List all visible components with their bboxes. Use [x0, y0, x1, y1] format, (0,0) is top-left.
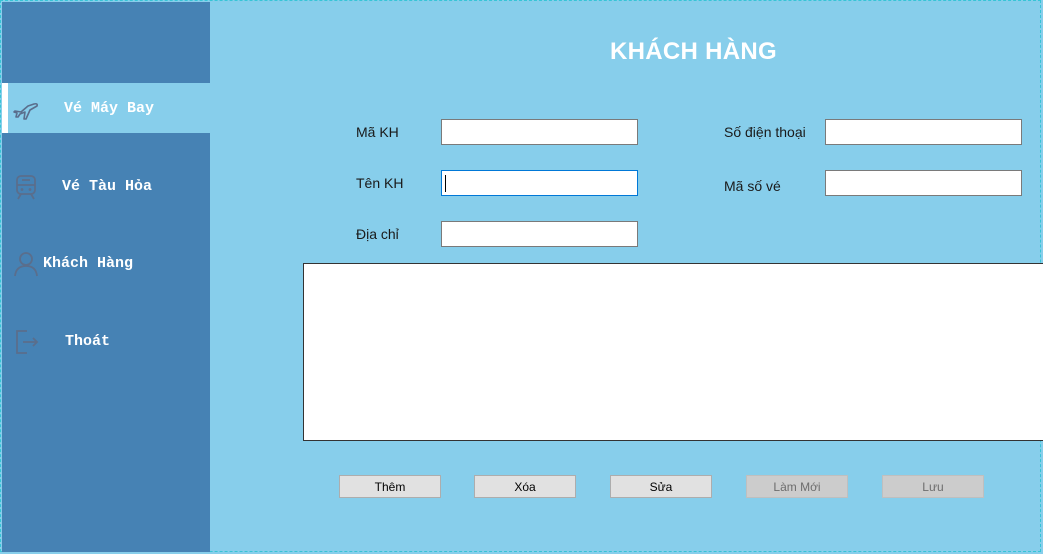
- ten-kh-input[interactable]: [441, 170, 638, 196]
- sidebar-item-thoat[interactable]: Thoát: [2, 316, 210, 366]
- so-dien-thoai-label: Số điện thoại: [724, 124, 806, 140]
- ma-so-ve-input[interactable]: [825, 170, 1022, 196]
- sidebar-item-label: Khách Hàng: [43, 254, 134, 272]
- so-dien-thoai-input[interactable]: [825, 119, 1022, 145]
- ten-kh-label: Tên KH: [356, 175, 404, 191]
- sidebar-item-ve-tau-hoa[interactable]: Vé Tàu Hỏa: [2, 161, 210, 211]
- dia-chi-input[interactable]: [441, 221, 638, 247]
- sua-button[interactable]: Sửa: [610, 475, 712, 498]
- them-button[interactable]: Thêm: [339, 475, 441, 498]
- ma-kh-input[interactable]: [441, 119, 638, 145]
- sidebar-item-ve-may-bay[interactable]: Vé Máy Bay: [2, 83, 210, 133]
- customer-data-grid[interactable]: [303, 263, 1043, 441]
- sidebar-item-label: Thoát: [65, 332, 111, 350]
- sidebar: Vé Máy Bay Vé Tàu Hỏa Khách Hàng Thoát: [2, 2, 210, 552]
- ma-so-ve-label: Mã số vé: [724, 178, 781, 194]
- text-caret: [445, 175, 446, 192]
- ma-kh-label: Mã KH: [356, 124, 399, 140]
- sidebar-item-label: Vé Tàu Hỏa: [62, 177, 153, 195]
- page-title: KHÁCH HÀNG: [610, 38, 777, 65]
- user-icon: [14, 252, 38, 277]
- lam-moi-button[interactable]: Làm Mới: [746, 475, 848, 498]
- exit-icon: [16, 330, 39, 354]
- sidebar-item-khach-hang[interactable]: Khách Hàng: [2, 238, 210, 288]
- dia-chi-label: Địa chỉ: [356, 226, 399, 242]
- sidebar-item-label: Vé Máy Bay: [64, 99, 155, 117]
- luu-button[interactable]: Lưu: [882, 475, 984, 498]
- airplane-icon: [13, 102, 38, 120]
- xoa-button[interactable]: Xóa: [474, 475, 576, 498]
- train-icon: [16, 175, 36, 200]
